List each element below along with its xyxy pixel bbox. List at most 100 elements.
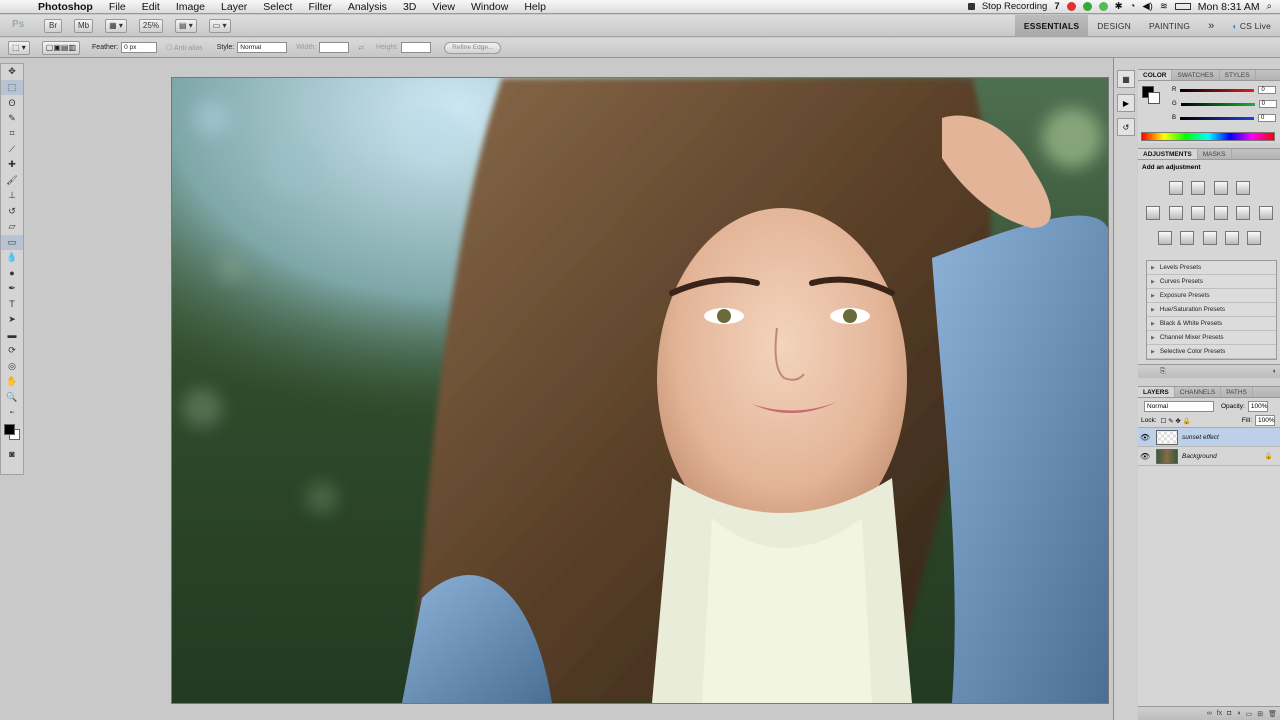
- crop-tool-icon[interactable]: ⌗: [1, 126, 23, 142]
- tab-masks[interactable]: MASKS: [1198, 149, 1232, 159]
- black-white-icon[interactable]: [1213, 206, 1228, 220]
- preset-curves[interactable]: ▶ Curves Presets: [1147, 275, 1276, 289]
- history-brush-tool-icon[interactable]: ↺: [1, 204, 23, 220]
- info-panel-icon[interactable]: ↺: [1117, 118, 1135, 136]
- pen-tool-icon[interactable]: ✒: [1, 281, 23, 297]
- width-input[interactable]: [319, 42, 350, 53]
- cs-live-button[interactable]: ◐ CS Live: [1223, 15, 1280, 37]
- blur-tool-icon[interactable]: 💧: [1, 250, 23, 266]
- add-mask-icon[interactable]: ◘: [1227, 710, 1231, 717]
- brightness-contrast-icon[interactable]: [1168, 181, 1183, 195]
- hue-saturation-icon[interactable]: [1168, 206, 1183, 220]
- move-tool-icon[interactable]: ✥: [1, 64, 23, 80]
- default-colors-icon[interactable]: ▪▫: [1, 405, 23, 421]
- tab-layers[interactable]: LAYERS: [1138, 387, 1175, 397]
- menu-help[interactable]: Help: [516, 1, 554, 13]
- tool-preset-picker[interactable]: ⬚ ▾: [8, 40, 30, 55]
- stop-recording-label[interactable]: Stop Recording: [982, 1, 1047, 12]
- color-slider-b[interactable]: B 0: [1172, 113, 1280, 123]
- stop-recording-icon[interactable]: [967, 3, 975, 10]
- path-selection-tool-icon[interactable]: ➤: [1, 312, 23, 328]
- preset-channel-mixer[interactable]: ▶ Channel Mixer Presets: [1147, 331, 1276, 345]
- preset-black-white[interactable]: ▶ Black & White Presets: [1147, 317, 1276, 331]
- dodge-tool-icon[interactable]: ●: [1, 266, 23, 282]
- actions-panel-icon[interactable]: ▶: [1117, 94, 1135, 112]
- feather-input[interactable]: 0 px: [121, 42, 158, 53]
- time-machine-icon[interactable]: ◔: [1130, 1, 1136, 12]
- view-extras-button[interactable]: ▦ ▾: [105, 18, 127, 33]
- workspace-design[interactable]: DESIGN: [1088, 15, 1140, 37]
- photo-filter-icon[interactable]: [1236, 206, 1251, 220]
- new-group-icon[interactable]: ▭: [1246, 710, 1253, 718]
- 3d-orbit-tool-icon[interactable]: ◎: [1, 359, 23, 375]
- battery-icon[interactable]: [1174, 3, 1191, 10]
- return-to-list-icon[interactable]: ⎘: [1160, 368, 1166, 376]
- tab-paths[interactable]: PATHS: [1221, 387, 1253, 397]
- height-input[interactable]: [401, 42, 432, 53]
- delete-layer-icon[interactable]: 🗑: [1268, 710, 1277, 718]
- posterize-icon[interactable]: [1180, 231, 1195, 245]
- eyedropper-tool-icon[interactable]: ⟋: [1, 142, 23, 158]
- fill-input[interactable]: 100%: [1255, 415, 1275, 426]
- minibridge-button[interactable]: Mb: [74, 18, 94, 33]
- marquee-tool-icon[interactable]: ⬚: [1, 79, 23, 95]
- channel-mixer-icon[interactable]: [1258, 206, 1273, 220]
- brush-tool-icon[interactable]: 🖌: [1, 173, 23, 189]
- tab-adjustments[interactable]: ADJUSTMENTS: [1138, 149, 1198, 159]
- selection-mode-buttons[interactable]: ▢▣▤▥: [41, 40, 81, 55]
- new-adjustment-layer-icon[interactable]: ◑: [1236, 710, 1240, 717]
- menu-select[interactable]: Select: [255, 1, 300, 13]
- adjustments-menu-icon[interactable]: ◐: [1273, 368, 1277, 375]
- quick-mask-icon[interactable]: ◙: [1, 447, 23, 463]
- menu-window[interactable]: Window: [463, 1, 516, 13]
- blend-mode-select[interactable]: Normal: [1144, 400, 1214, 412]
- refine-edge-button[interactable]: Refine Edge...: [444, 41, 502, 54]
- tab-styles[interactable]: STYLES: [1220, 70, 1256, 80]
- invert-icon[interactable]: [1157, 231, 1172, 245]
- workspace-painting[interactable]: PAINTING: [1140, 15, 1199, 37]
- color-balance-icon[interactable]: [1191, 206, 1206, 220]
- layer-row-sunset-effect[interactable]: 👁 sunset effect: [1138, 428, 1280, 447]
- slider-r-value[interactable]: 0: [1258, 86, 1277, 94]
- menu-photoshop[interactable]: Photoshop: [30, 1, 101, 13]
- preset-hue-saturation[interactable]: ▶ Hue/Saturation Presets: [1147, 303, 1276, 317]
- new-layer-icon[interactable]: ⊞: [1257, 710, 1263, 718]
- wifi-icon[interactable]: ≋: [1160, 1, 1168, 12]
- history-panel-icon[interactable]: ▦: [1117, 70, 1135, 88]
- preset-levels[interactable]: ▶ Levels Presets: [1147, 261, 1276, 275]
- levels-icon[interactable]: [1191, 181, 1206, 195]
- anti-alias-checkbox[interactable]: ☐ Anti-alias: [166, 44, 203, 52]
- color-spectrum-bar[interactable]: [1141, 132, 1275, 141]
- bridge-button[interactable]: Br: [44, 18, 62, 33]
- lasso-tool-icon[interactable]: ʘ: [1, 95, 23, 111]
- menu-view[interactable]: View: [424, 1, 463, 13]
- swap-icon[interactable]: ⇄: [358, 44, 364, 52]
- menu-analysis[interactable]: Analysis: [340, 1, 395, 13]
- preset-selective-color[interactable]: ▶ Selective Color Presets: [1147, 345, 1276, 359]
- threshold-icon[interactable]: [1202, 231, 1217, 245]
- vibrance-icon[interactable]: [1146, 206, 1161, 220]
- 3d-rotate-tool-icon[interactable]: ⟳: [1, 343, 23, 359]
- slider-g-value[interactable]: 0: [1258, 100, 1277, 108]
- status-green2-icon[interactable]: [1098, 2, 1108, 11]
- slider-b-track[interactable]: [1180, 116, 1255, 120]
- clock[interactable]: Mon 8:31 AM: [1198, 1, 1260, 13]
- exposure-icon[interactable]: [1236, 181, 1251, 195]
- workspace-more[interactable]: »: [1199, 15, 1223, 37]
- healing-brush-tool-icon[interactable]: ✚: [1, 157, 23, 173]
- visibility-eye-icon[interactable]: 👁: [1138, 433, 1152, 442]
- quick-selection-tool-icon[interactable]: ✎: [1, 111, 23, 127]
- hand-tool-icon[interactable]: ✋: [1, 374, 23, 390]
- tab-channels[interactable]: CHANNELS: [1175, 387, 1222, 397]
- bluetooth-icon[interactable]: ✱: [1115, 1, 1123, 12]
- arrange-documents-button[interactable]: ▤ ▾: [174, 18, 197, 33]
- gradient-tool-icon[interactable]: ▭: [1, 234, 23, 250]
- gradient-map-icon[interactable]: [1224, 231, 1239, 245]
- foreground-color-swatch[interactable]: [1, 421, 23, 447]
- clone-stamp-tool-icon[interactable]: ⊥: [1, 188, 23, 204]
- menu-file[interactable]: File: [101, 1, 134, 13]
- menu-layer[interactable]: Layer: [213, 1, 255, 13]
- zoom-level[interactable]: 25%: [138, 18, 163, 33]
- link-layers-icon[interactable]: ∞: [1207, 710, 1212, 717]
- tab-color[interactable]: COLOR: [1138, 70, 1173, 80]
